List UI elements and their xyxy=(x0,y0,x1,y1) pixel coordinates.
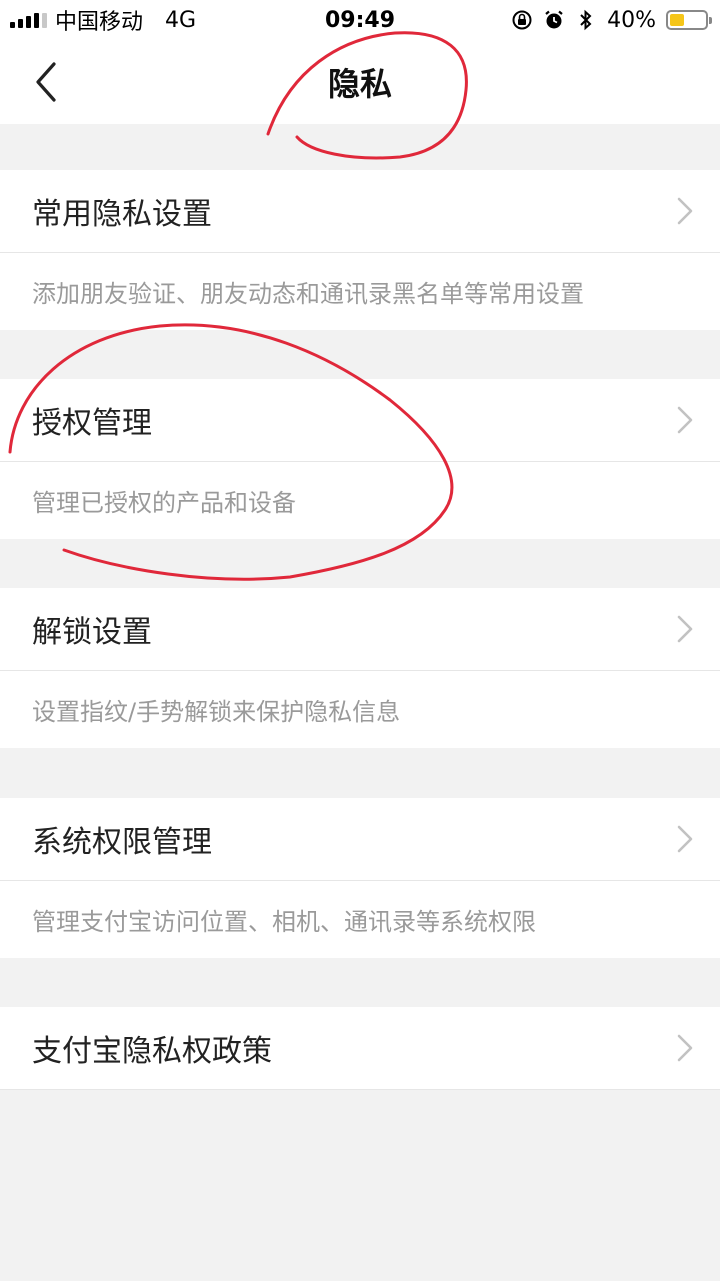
item-title: 系统权限管理 xyxy=(32,825,212,860)
chevron-right-icon xyxy=(677,615,693,643)
page-title: 隐私 xyxy=(327,65,392,103)
screen: 中国移动 4G 09:49 40% 隐私 常用隐私设置 添加朋友验证、朋友动态和… xyxy=(0,0,720,1281)
section-authorization: 授权管理 管理已授权的产品和设备 xyxy=(0,379,720,539)
bluetooth-icon xyxy=(575,9,597,31)
item-description: 添加朋友验证、朋友动态和通讯录黑名单等常用设置 xyxy=(0,252,720,330)
item-description: 管理已授权的产品和设备 xyxy=(0,461,720,539)
battery-percent: 40% xyxy=(607,7,656,33)
chevron-right-icon xyxy=(677,1034,693,1062)
section-unlock: 解锁设置 设置指纹/手势解锁来保护隐私信息 xyxy=(0,588,720,748)
authorization-management-item[interactable]: 授权管理 xyxy=(0,379,720,461)
battery-fill xyxy=(670,14,684,26)
item-description: 设置指纹/手势解锁来保护隐私信息 xyxy=(0,670,720,748)
status-right: 40% xyxy=(511,0,712,40)
section-privacy-policy: 支付宝隐私权政策 xyxy=(0,1007,720,1090)
system-permissions-item[interactable]: 系统权限管理 xyxy=(0,798,720,880)
alarm-icon xyxy=(543,9,565,31)
chevron-left-icon xyxy=(36,62,56,102)
item-title: 解锁设置 xyxy=(32,615,152,650)
common-privacy-settings-item[interactable]: 常用隐私设置 xyxy=(0,170,720,252)
privacy-policy-item[interactable]: 支付宝隐私权政策 xyxy=(0,1007,720,1089)
item-title: 授权管理 xyxy=(32,406,152,441)
item-description: 管理支付宝访问位置、相机、通讯录等系统权限 xyxy=(0,880,720,958)
chevron-right-icon xyxy=(677,825,693,853)
item-title: 支付宝隐私权政策 xyxy=(32,1034,272,1069)
section-common-privacy: 常用隐私设置 添加朋友验证、朋友动态和通讯录黑名单等常用设置 xyxy=(0,170,720,330)
chevron-right-icon xyxy=(677,406,693,434)
nav-bar: 隐私 xyxy=(0,40,720,124)
item-title: 常用隐私设置 xyxy=(32,197,212,232)
back-button[interactable] xyxy=(24,58,68,106)
chevron-right-icon xyxy=(677,197,693,225)
status-bar: 中国移动 4G 09:49 40% xyxy=(0,0,720,40)
unlock-settings-item[interactable]: 解锁设置 xyxy=(0,588,720,670)
orientation-lock-icon xyxy=(511,9,533,31)
battery-icon xyxy=(666,10,712,30)
section-system-permissions: 系统权限管理 管理支付宝访问位置、相机、通讯录等系统权限 xyxy=(0,798,720,958)
